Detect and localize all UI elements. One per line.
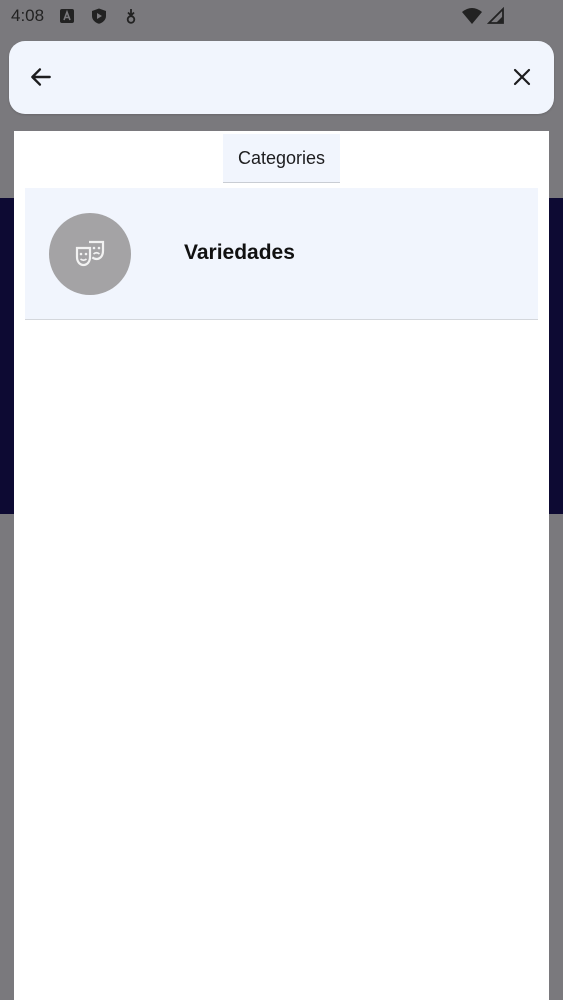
theater-masks-icon xyxy=(73,239,107,269)
results-panel: Categories Variedades xyxy=(14,131,549,1000)
arrow-back-icon xyxy=(28,64,54,90)
text-a-icon xyxy=(58,7,76,25)
avatar xyxy=(49,213,131,295)
wifi-icon xyxy=(461,7,483,25)
signal-icon xyxy=(486,6,505,25)
download-icon xyxy=(122,7,140,25)
clear-button[interactable] xyxy=(498,53,546,101)
back-button[interactable] xyxy=(17,53,65,101)
tab-categories[interactable]: Categories xyxy=(223,134,340,183)
shield-icon xyxy=(90,7,108,25)
search-input[interactable] xyxy=(79,59,493,97)
close-icon xyxy=(510,65,534,89)
search-bar xyxy=(9,41,554,114)
status-bar: 4:08 xyxy=(0,0,563,34)
status-time: 4:08 xyxy=(11,6,45,25)
category-name: Variedades xyxy=(184,241,295,264)
list-item[interactable]: Variedades xyxy=(25,188,538,320)
